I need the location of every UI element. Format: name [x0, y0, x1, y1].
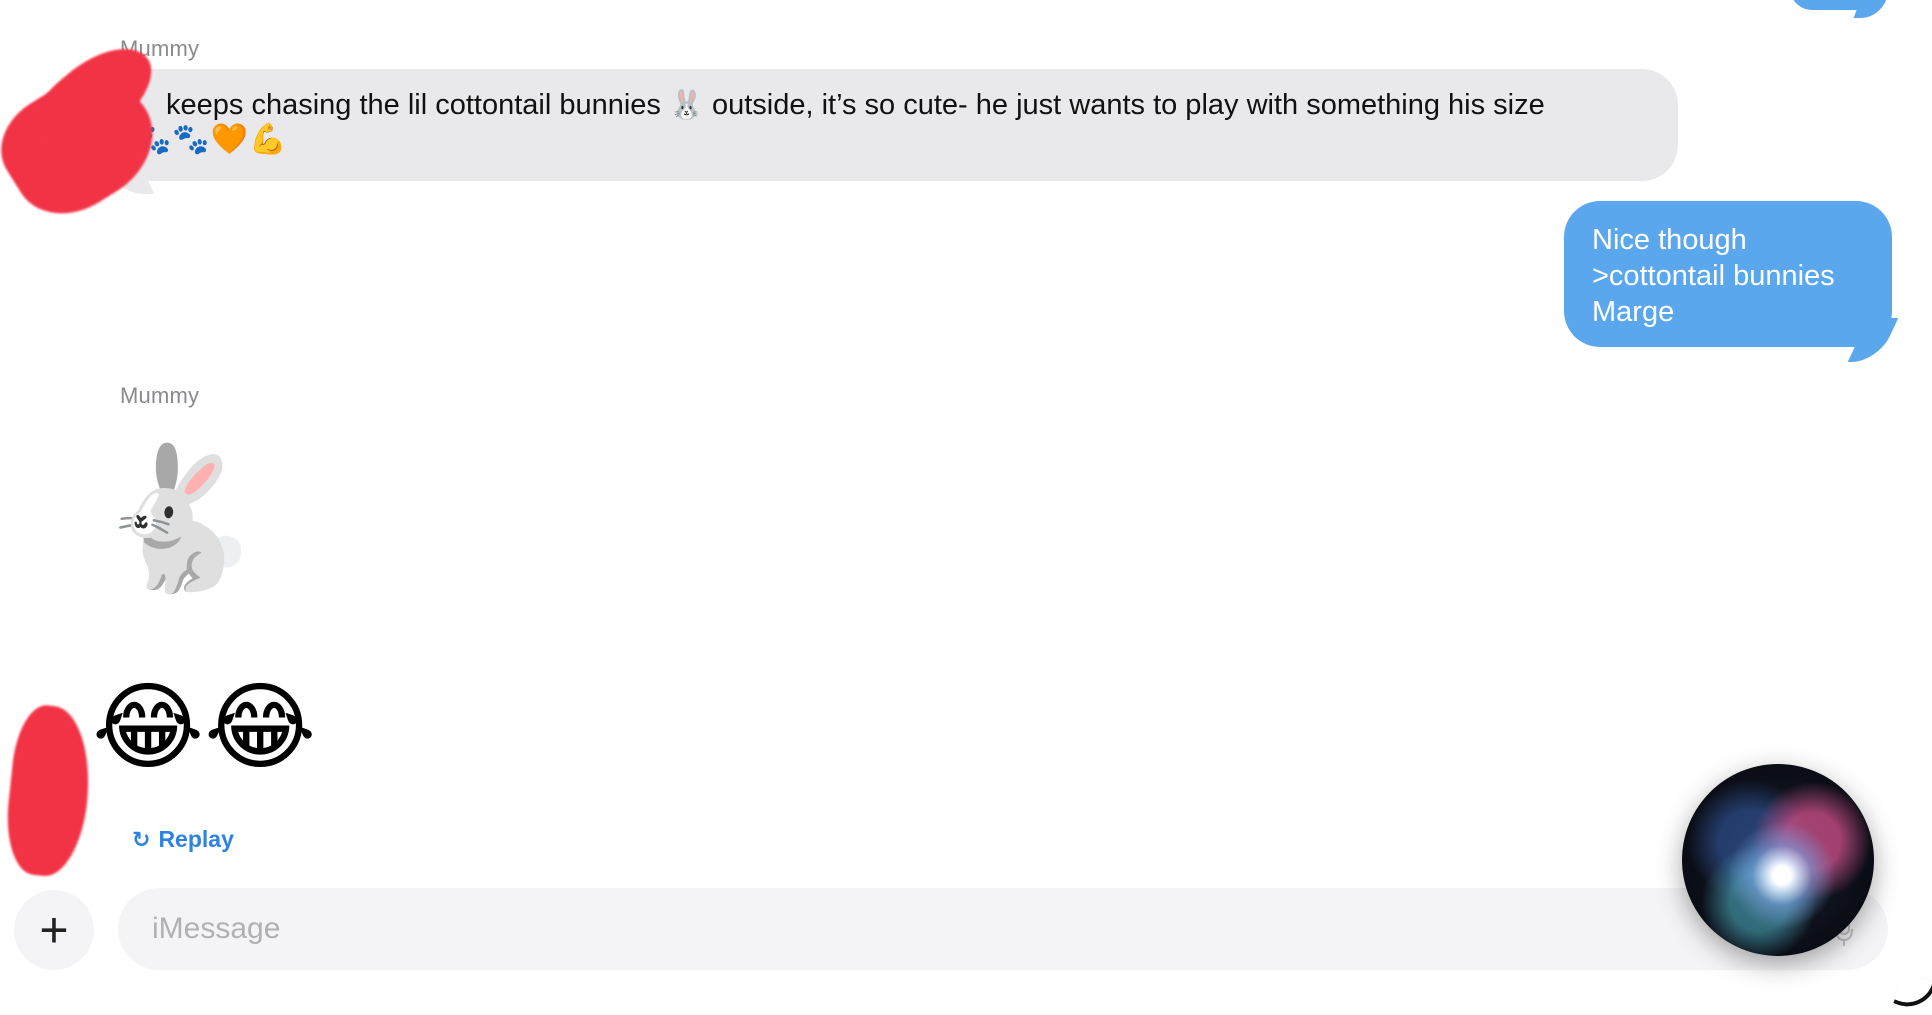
- laughing-emoji-message[interactable]: 😂😂: [92, 680, 316, 776]
- message-emoji-line: 🐾🐾🧡💪: [134, 123, 288, 156]
- outgoing-message-text: Nice though >cottontail bunnies Marge: [1592, 222, 1892, 330]
- replay-label: Replay: [158, 826, 234, 852]
- outgoing-line: Nice though: [1592, 224, 1747, 256]
- incoming-message-bubble[interactable]: [106, 69, 1678, 181]
- sender-label: Mummy: [120, 383, 200, 408]
- siri-orb-icon[interactable]: [1682, 764, 1874, 956]
- previous-outgoing-bubble-tail: [1853, 0, 1889, 18]
- add-attachment-button[interactable]: +: [14, 890, 94, 970]
- incoming-message-text: keeps chasing the lil cottontail bunnies…: [166, 88, 1666, 122]
- outgoing-line: Marge: [1592, 296, 1675, 328]
- replay-icon: ↻: [132, 826, 151, 852]
- plus-icon: +: [39, 902, 69, 958]
- outgoing-line: >cottontail bunnies: [1592, 260, 1835, 292]
- message-text-part: keeps chasing the lil cottontail bunnies: [166, 89, 661, 121]
- rabbit-face-emoji: 🐰: [669, 89, 704, 120]
- rabbit-emoji-message[interactable]: 🐇: [92, 450, 264, 588]
- message-text-part: outside, it’s so cute- he just wants to …: [711, 89, 1545, 121]
- replay-button[interactable]: ↻ Replay: [132, 826, 234, 853]
- message-input-placeholder: iMessage: [152, 912, 281, 945]
- corner-arc-icon: [1893, 971, 1932, 1015]
- redaction-mark: [1, 702, 97, 880]
- message-input[interactable]: iMessage: [118, 888, 1888, 970]
